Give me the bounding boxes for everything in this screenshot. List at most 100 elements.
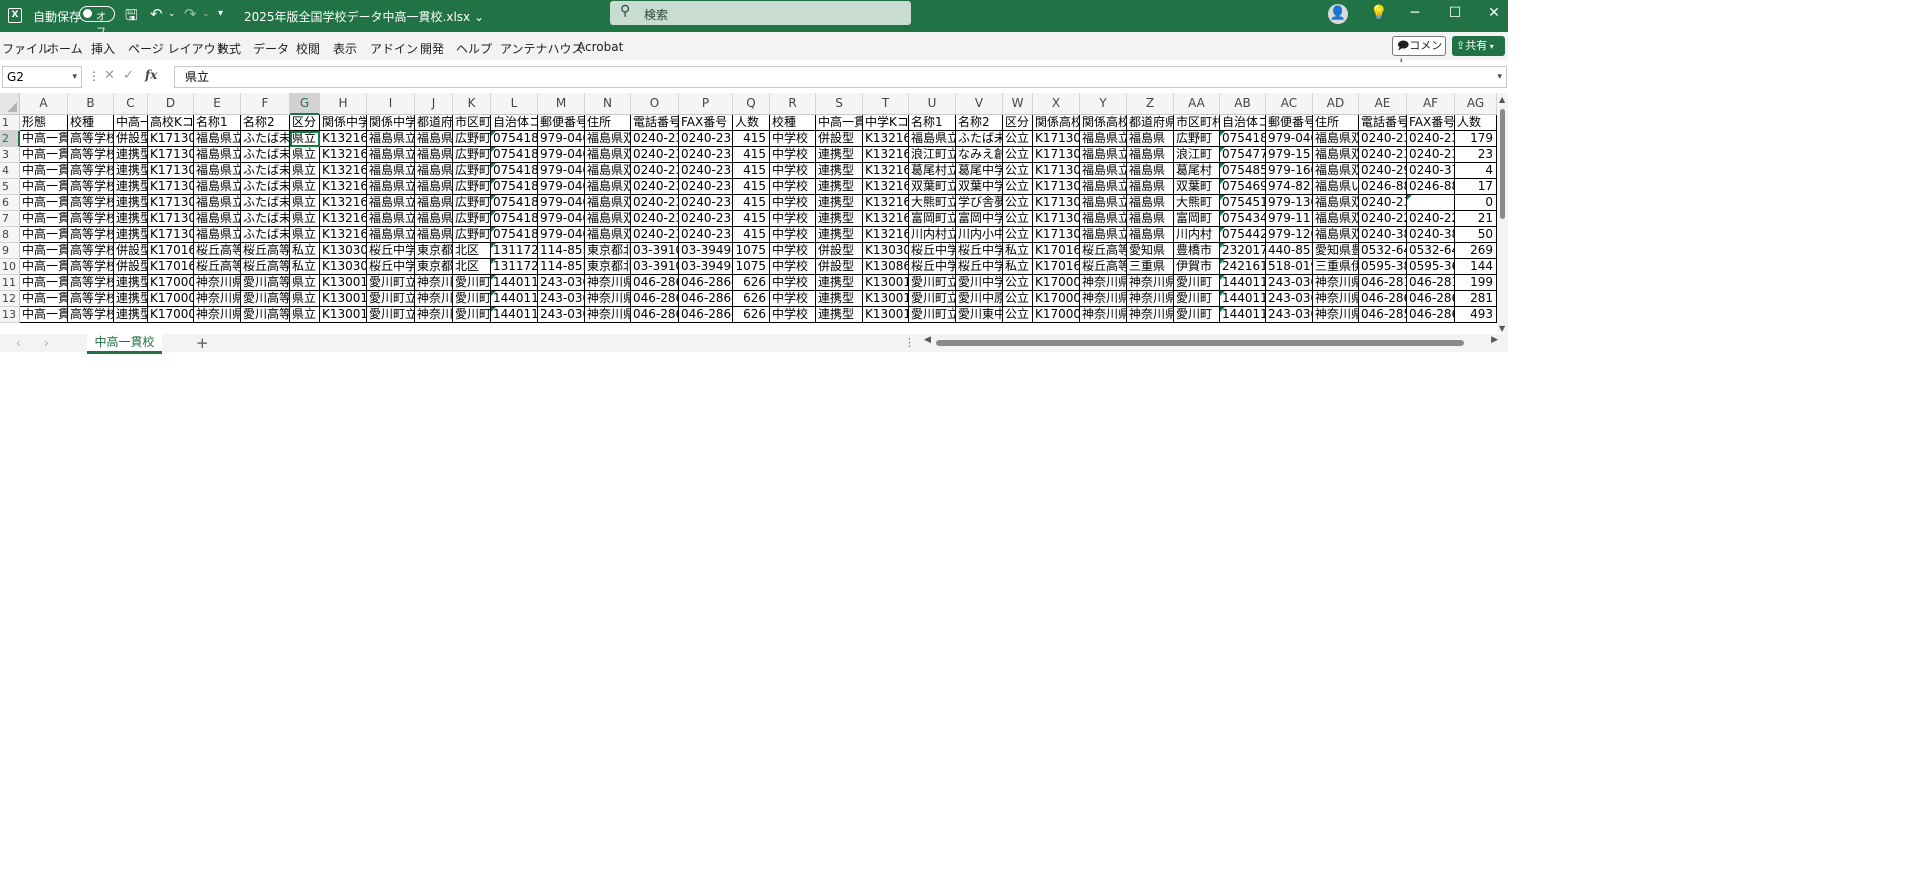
search-box[interactable]: ⚲ 検索 xyxy=(610,1,911,25)
cell-i8[interactable]: 福島県立 xyxy=(367,227,415,243)
cell-e12[interactable]: 神奈川県 xyxy=(194,291,241,307)
cell-o2[interactable]: 0240-23 xyxy=(631,131,679,147)
cell-j5[interactable]: 福島県 xyxy=(415,179,453,195)
column-header-ae[interactable]: AE xyxy=(1359,93,1407,115)
cell-i3[interactable]: 福島県立 xyxy=(367,147,415,163)
cell-h1[interactable]: 関係中学 xyxy=(320,115,367,131)
cell-k3[interactable]: 広野町 xyxy=(453,147,491,163)
cell-s3[interactable]: 連携型 xyxy=(816,147,863,163)
cell-u4[interactable]: 葛尾村立 xyxy=(909,163,956,179)
cell-t8[interactable]: K132167 xyxy=(863,227,909,243)
cell-h7[interactable]: K132162 xyxy=(320,211,367,227)
cell-h3[interactable]: K132162 xyxy=(320,147,367,163)
cell-l13[interactable]: 144011 xyxy=(491,307,538,323)
cell-ae5[interactable]: 0246-88 xyxy=(1359,179,1407,195)
cell-z6[interactable]: 福島県 xyxy=(1127,195,1174,211)
column-header-r[interactable]: R xyxy=(770,93,816,115)
sheet-tab[interactable]: 中高一貫校 xyxy=(87,334,162,354)
cell-d2[interactable]: K171300 xyxy=(148,131,194,147)
cell-b3[interactable]: 高等学校 xyxy=(68,147,114,163)
cell-aa12[interactable]: 愛川町 xyxy=(1174,291,1220,307)
cell-l2[interactable]: 075418 xyxy=(491,131,538,147)
cell-g1[interactable]: 区分 xyxy=(290,115,320,131)
cell-x4[interactable]: K171300 xyxy=(1033,163,1080,179)
cell-u1[interactable]: 名称1 xyxy=(909,115,956,131)
cell-ac4[interactable]: 979-160 xyxy=(1266,163,1313,179)
cell-d8[interactable]: K171300 xyxy=(148,227,194,243)
cell-g7[interactable]: 県立 xyxy=(290,211,320,227)
cell-h9[interactable]: K130304 xyxy=(320,243,367,259)
cell-o7[interactable]: 0240-23 xyxy=(631,211,679,227)
cell-ae8[interactable]: 0240-38 xyxy=(1359,227,1407,243)
cell-b10[interactable]: 高等学校 xyxy=(68,259,114,275)
cell-ag4[interactable]: 4 xyxy=(1455,163,1497,179)
menu-antenna-house[interactable]: アンテナハウス xyxy=(500,40,584,57)
cell-v9[interactable]: 桜丘中学 xyxy=(956,243,1003,259)
cell-k7[interactable]: 広野町 xyxy=(453,211,491,227)
cell-ae10[interactable]: 0595-38 xyxy=(1359,259,1407,275)
cell-ag3[interactable]: 23 xyxy=(1455,147,1497,163)
cell-w9[interactable]: 私立 xyxy=(1003,243,1033,259)
menu-insert[interactable]: 挿入 xyxy=(91,40,115,57)
cell-v1[interactable]: 名称2 xyxy=(956,115,1003,131)
cell-s6[interactable]: 連携型 xyxy=(816,195,863,211)
cell-o11[interactable]: 046-286 xyxy=(631,275,679,291)
cell-j6[interactable]: 福島県 xyxy=(415,195,453,211)
cell-ac9[interactable]: 440-851 xyxy=(1266,243,1313,259)
cell-t9[interactable]: K130305 xyxy=(863,243,909,259)
cell-ag7[interactable]: 21 xyxy=(1455,211,1497,227)
cell-f2[interactable]: ふたば未 xyxy=(241,131,290,147)
column-header-k[interactable]: K xyxy=(453,93,491,115)
cell-d3[interactable]: K171300 xyxy=(148,147,194,163)
cell-g13[interactable]: 県立 xyxy=(290,307,320,323)
cell-ad13[interactable]: 神奈川県 xyxy=(1313,307,1359,323)
cell-w6[interactable]: 公立 xyxy=(1003,195,1033,211)
column-header-q[interactable]: Q xyxy=(733,93,770,115)
cell-r4[interactable]: 中学校 xyxy=(770,163,816,179)
cell-l4[interactable]: 075418 xyxy=(491,163,538,179)
column-header-s[interactable]: S xyxy=(816,93,863,115)
cell-s5[interactable]: 連携型 xyxy=(816,179,863,195)
menu-review[interactable]: 校閲 xyxy=(296,40,320,57)
row-header-8[interactable]: 8 xyxy=(0,227,20,243)
column-header-w[interactable]: W xyxy=(1003,93,1033,115)
cell-c4[interactable]: 連携型 xyxy=(114,163,148,179)
cell-af9[interactable]: 0532-64 xyxy=(1407,243,1455,259)
cell-i2[interactable]: 福島県立 xyxy=(367,131,415,147)
cell-l7[interactable]: 075418 xyxy=(491,211,538,227)
column-header-x[interactable]: X xyxy=(1033,93,1080,115)
cell-ac3[interactable]: 979-151 xyxy=(1266,147,1313,163)
menu-formulas[interactable]: 数式 xyxy=(217,40,241,57)
insert-function-icon[interactable]: fx xyxy=(145,68,157,82)
cell-k5[interactable]: 広野町 xyxy=(453,179,491,195)
cell-g10[interactable]: 私立 xyxy=(290,259,320,275)
cell-ad1[interactable]: 住所 xyxy=(1313,115,1359,131)
cell-t3[interactable]: K132162 xyxy=(863,147,909,163)
cell-s10[interactable]: 併設型 xyxy=(816,259,863,275)
cell-p3[interactable]: 0240-23- xyxy=(679,147,733,163)
cell-o3[interactable]: 0240-23 xyxy=(631,147,679,163)
cell-t13[interactable]: K130010 xyxy=(863,307,909,323)
cell-s2[interactable]: 併設型 xyxy=(816,131,863,147)
cell-v3[interactable]: なみえ創 xyxy=(956,147,1003,163)
cell-j12[interactable]: 神奈川 xyxy=(415,291,453,307)
cell-a11[interactable]: 中高一貫 xyxy=(20,275,68,291)
cell-v6[interactable]: 学び舎夢 xyxy=(956,195,1003,211)
cell-p8[interactable]: 0240-23- xyxy=(679,227,733,243)
cell-z7[interactable]: 福島県 xyxy=(1127,211,1174,227)
cell-i12[interactable]: 愛川町立 xyxy=(367,291,415,307)
cell-u9[interactable]: 桜丘中学 xyxy=(909,243,956,259)
cell-p6[interactable]: 0240-23- xyxy=(679,195,733,211)
cell-l8[interactable]: 075418 xyxy=(491,227,538,243)
cell-s1[interactable]: 中高一貫 xyxy=(816,115,863,131)
cell-aa6[interactable]: 大熊町 xyxy=(1174,195,1220,211)
cell-ad7[interactable]: 福島県双 xyxy=(1313,211,1359,227)
cell-y7[interactable]: 福島県立 xyxy=(1080,211,1127,227)
cell-aa2[interactable]: 広野町 xyxy=(1174,131,1220,147)
cell-k2[interactable]: 広野町 xyxy=(453,131,491,147)
cell-n11[interactable]: 神奈川県 xyxy=(585,275,631,291)
cell-ac7[interactable]: 979-111 xyxy=(1266,211,1313,227)
cell-y3[interactable]: 福島県立 xyxy=(1080,147,1127,163)
cell-d1[interactable]: 高校Kコ xyxy=(148,115,194,131)
cell-ac13[interactable]: 243-030 xyxy=(1266,307,1313,323)
